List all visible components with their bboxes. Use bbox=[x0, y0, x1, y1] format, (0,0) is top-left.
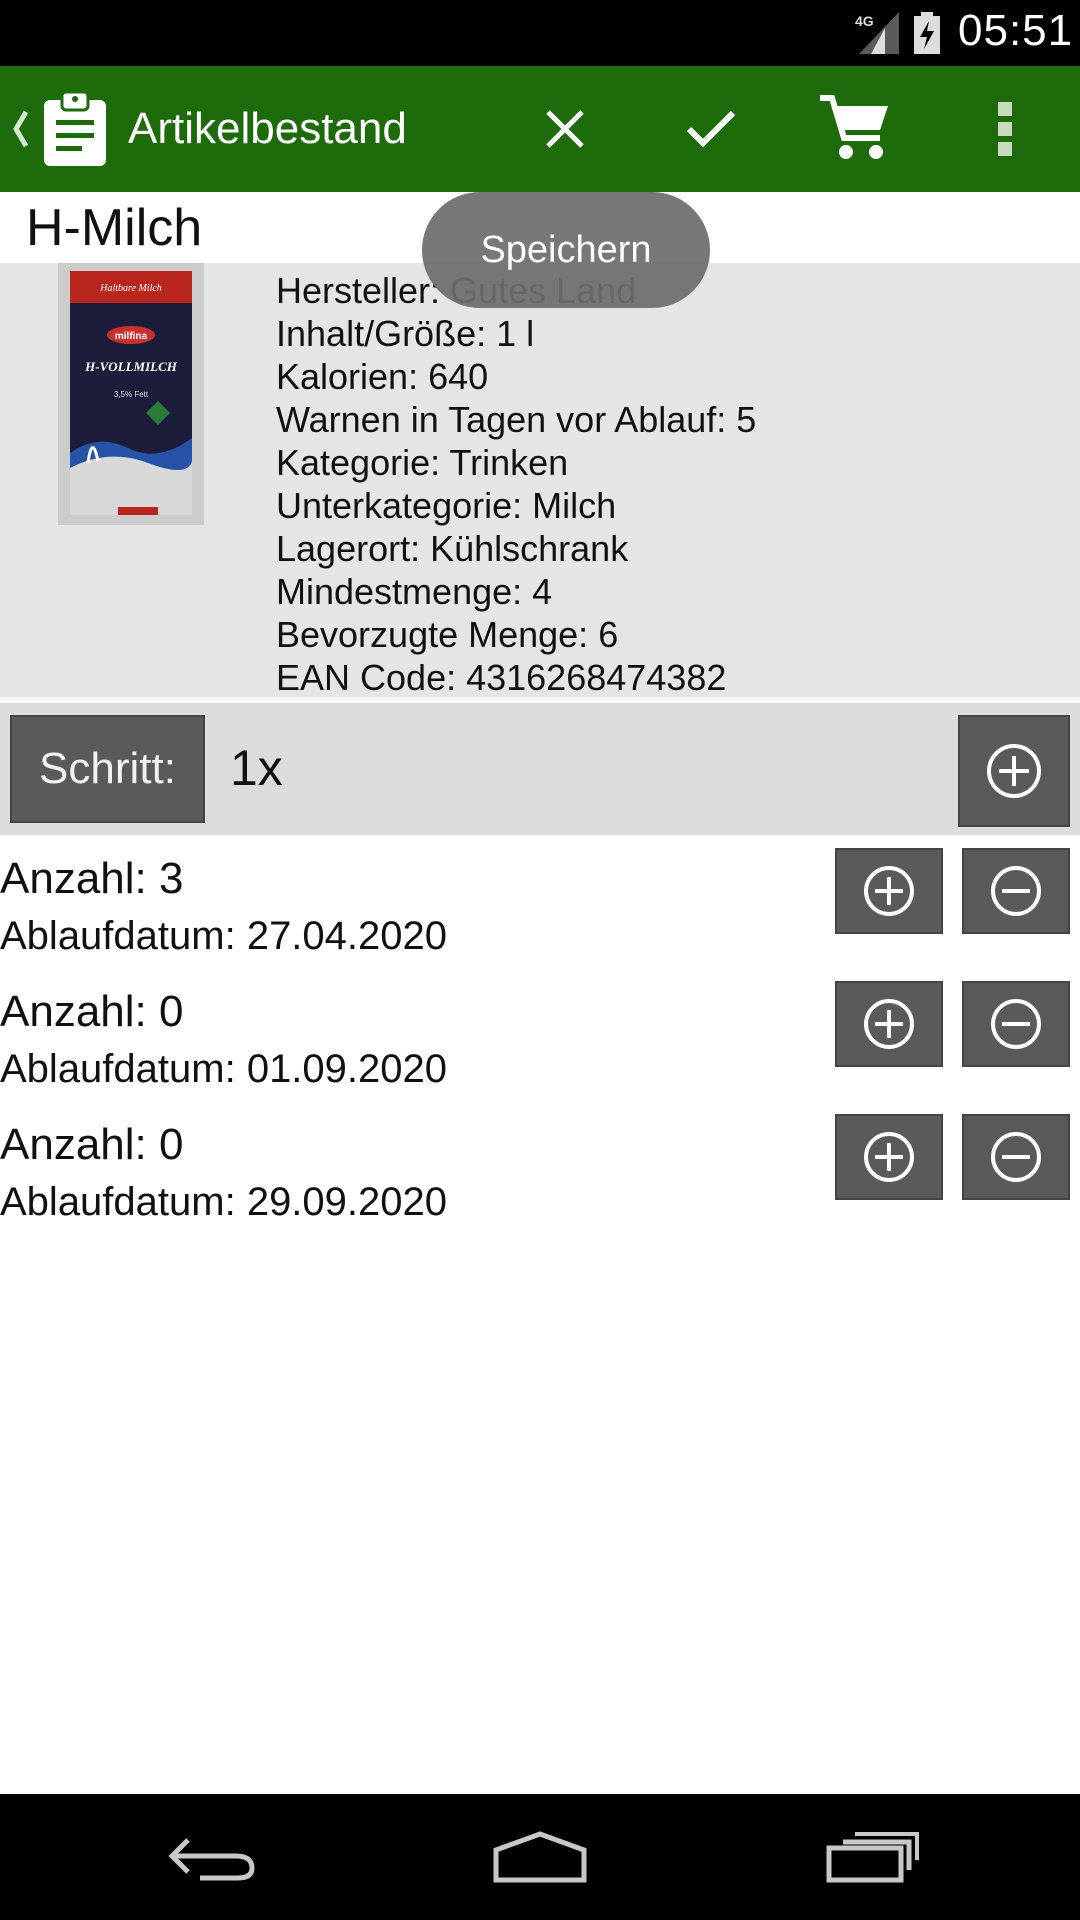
image-fat-text: 3,5% Fett bbox=[114, 390, 149, 399]
stock-expiry: Ablaufdatum: 27.04.2020 bbox=[0, 914, 448, 958]
detail-storage: Lagerort: Kühlschrank bbox=[276, 528, 629, 569]
decrement-button[interactable] bbox=[962, 1114, 1070, 1200]
product-title: H-Milch bbox=[26, 199, 203, 257]
check-icon bbox=[686, 110, 736, 148]
stock-count: Anzahl: 0 bbox=[0, 987, 184, 1036]
battery-charging-icon bbox=[914, 12, 940, 54]
action-bar: Artikelbestand bbox=[0, 66, 1080, 192]
detail-subcategory: Unterkategorie: Milch bbox=[276, 485, 617, 526]
image-name-text: H-VOLLMILCH bbox=[84, 359, 178, 374]
more-vert-icon bbox=[998, 102, 1012, 156]
product-details-panel: Haltbare Milch milfina H-VOLLMILCH 3,5% … bbox=[0, 263, 1080, 700]
home-icon bbox=[493, 1831, 587, 1883]
recent-apps-icon bbox=[826, 1832, 919, 1883]
stock-count: Anzahl: 3 bbox=[0, 854, 184, 903]
stock-count: Anzahl: 0 bbox=[0, 1120, 184, 1169]
detail-calories: Kalorien: 640 bbox=[276, 356, 489, 397]
cart-icon bbox=[820, 95, 888, 159]
add-circle-icon bbox=[987, 744, 1041, 798]
stock-row: Anzahl: 0 Ablaufdatum: 29.09.2020 bbox=[0, 1114, 1080, 1247]
remove-circle-icon bbox=[991, 999, 1041, 1049]
increment-button[interactable] bbox=[835, 848, 943, 934]
detail-size: Inhalt/Größe: 1 l bbox=[276, 313, 535, 354]
back-button[interactable] bbox=[156, 1820, 266, 1894]
step-value: 1x bbox=[230, 740, 283, 796]
add-circle-icon bbox=[864, 866, 914, 916]
remove-circle-icon bbox=[991, 1132, 1041, 1182]
detail-preferred-quantity: Bevorzugte Menge: 6 bbox=[276, 614, 619, 655]
image-brand-text: milfina bbox=[115, 331, 148, 342]
navigation-bar bbox=[0, 1794, 1080, 1920]
step-row: Schritt: 1x bbox=[0, 703, 1080, 835]
detail-ean: EAN Code: 4316268474382 bbox=[276, 657, 727, 698]
close-icon bbox=[546, 110, 584, 148]
save-button[interactable] bbox=[666, 84, 756, 174]
shopping-cart-button[interactable] bbox=[810, 84, 900, 174]
back-icon bbox=[168, 1838, 255, 1881]
product-details-list: Hersteller: Gutes Land Inhalt/Größe: 1 l… bbox=[276, 269, 756, 699]
app-title: Artikelbestand bbox=[128, 104, 407, 153]
decrement-button[interactable] bbox=[962, 848, 1070, 934]
clipboard-icon[interactable] bbox=[42, 90, 108, 168]
status-time: 05:51 bbox=[958, 6, 1074, 55]
recent-apps-button[interactable] bbox=[818, 1820, 928, 1894]
stock-row: Anzahl: 0 Ablaufdatum: 01.09.2020 bbox=[0, 981, 1080, 1114]
add-circle-icon bbox=[864, 999, 914, 1049]
status-bar: 4G 05:51 bbox=[0, 0, 1080, 66]
product-image: Haltbare Milch milfina H-VOLLMILCH 3,5% … bbox=[58, 263, 204, 525]
stock-expiry: Ablaufdatum: 29.09.2020 bbox=[0, 1180, 448, 1224]
step-button[interactable]: Schritt: bbox=[10, 715, 205, 823]
network-label: 4G bbox=[855, 13, 874, 29]
up-chevron-icon[interactable] bbox=[10, 106, 32, 152]
remove-circle-icon bbox=[991, 866, 1041, 916]
cancel-button[interactable] bbox=[520, 84, 610, 174]
toast-message: Speichern bbox=[422, 192, 710, 308]
add-circle-icon bbox=[864, 1132, 914, 1182]
increment-button[interactable] bbox=[835, 1114, 943, 1200]
stock-row: Anzahl: 3 Ablaufdatum: 27.04.2020 bbox=[0, 848, 1080, 981]
overflow-menu-button[interactable] bbox=[960, 84, 1050, 174]
home-button[interactable] bbox=[485, 1820, 595, 1894]
increment-button[interactable] bbox=[835, 981, 943, 1067]
detail-warn-days: Warnen in Tagen vor Ablauf: 5 bbox=[276, 399, 757, 440]
signal-4g-icon: 4G bbox=[855, 12, 899, 54]
decrement-button[interactable] bbox=[962, 981, 1070, 1067]
image-top-text: Haltbare Milch bbox=[99, 283, 162, 294]
add-stock-button[interactable] bbox=[958, 715, 1070, 827]
detail-category: Kategorie: Trinken bbox=[276, 442, 569, 483]
detail-min-quantity: Mindestmenge: 4 bbox=[276, 571, 553, 612]
stock-expiry: Ablaufdatum: 01.09.2020 bbox=[0, 1047, 448, 1091]
